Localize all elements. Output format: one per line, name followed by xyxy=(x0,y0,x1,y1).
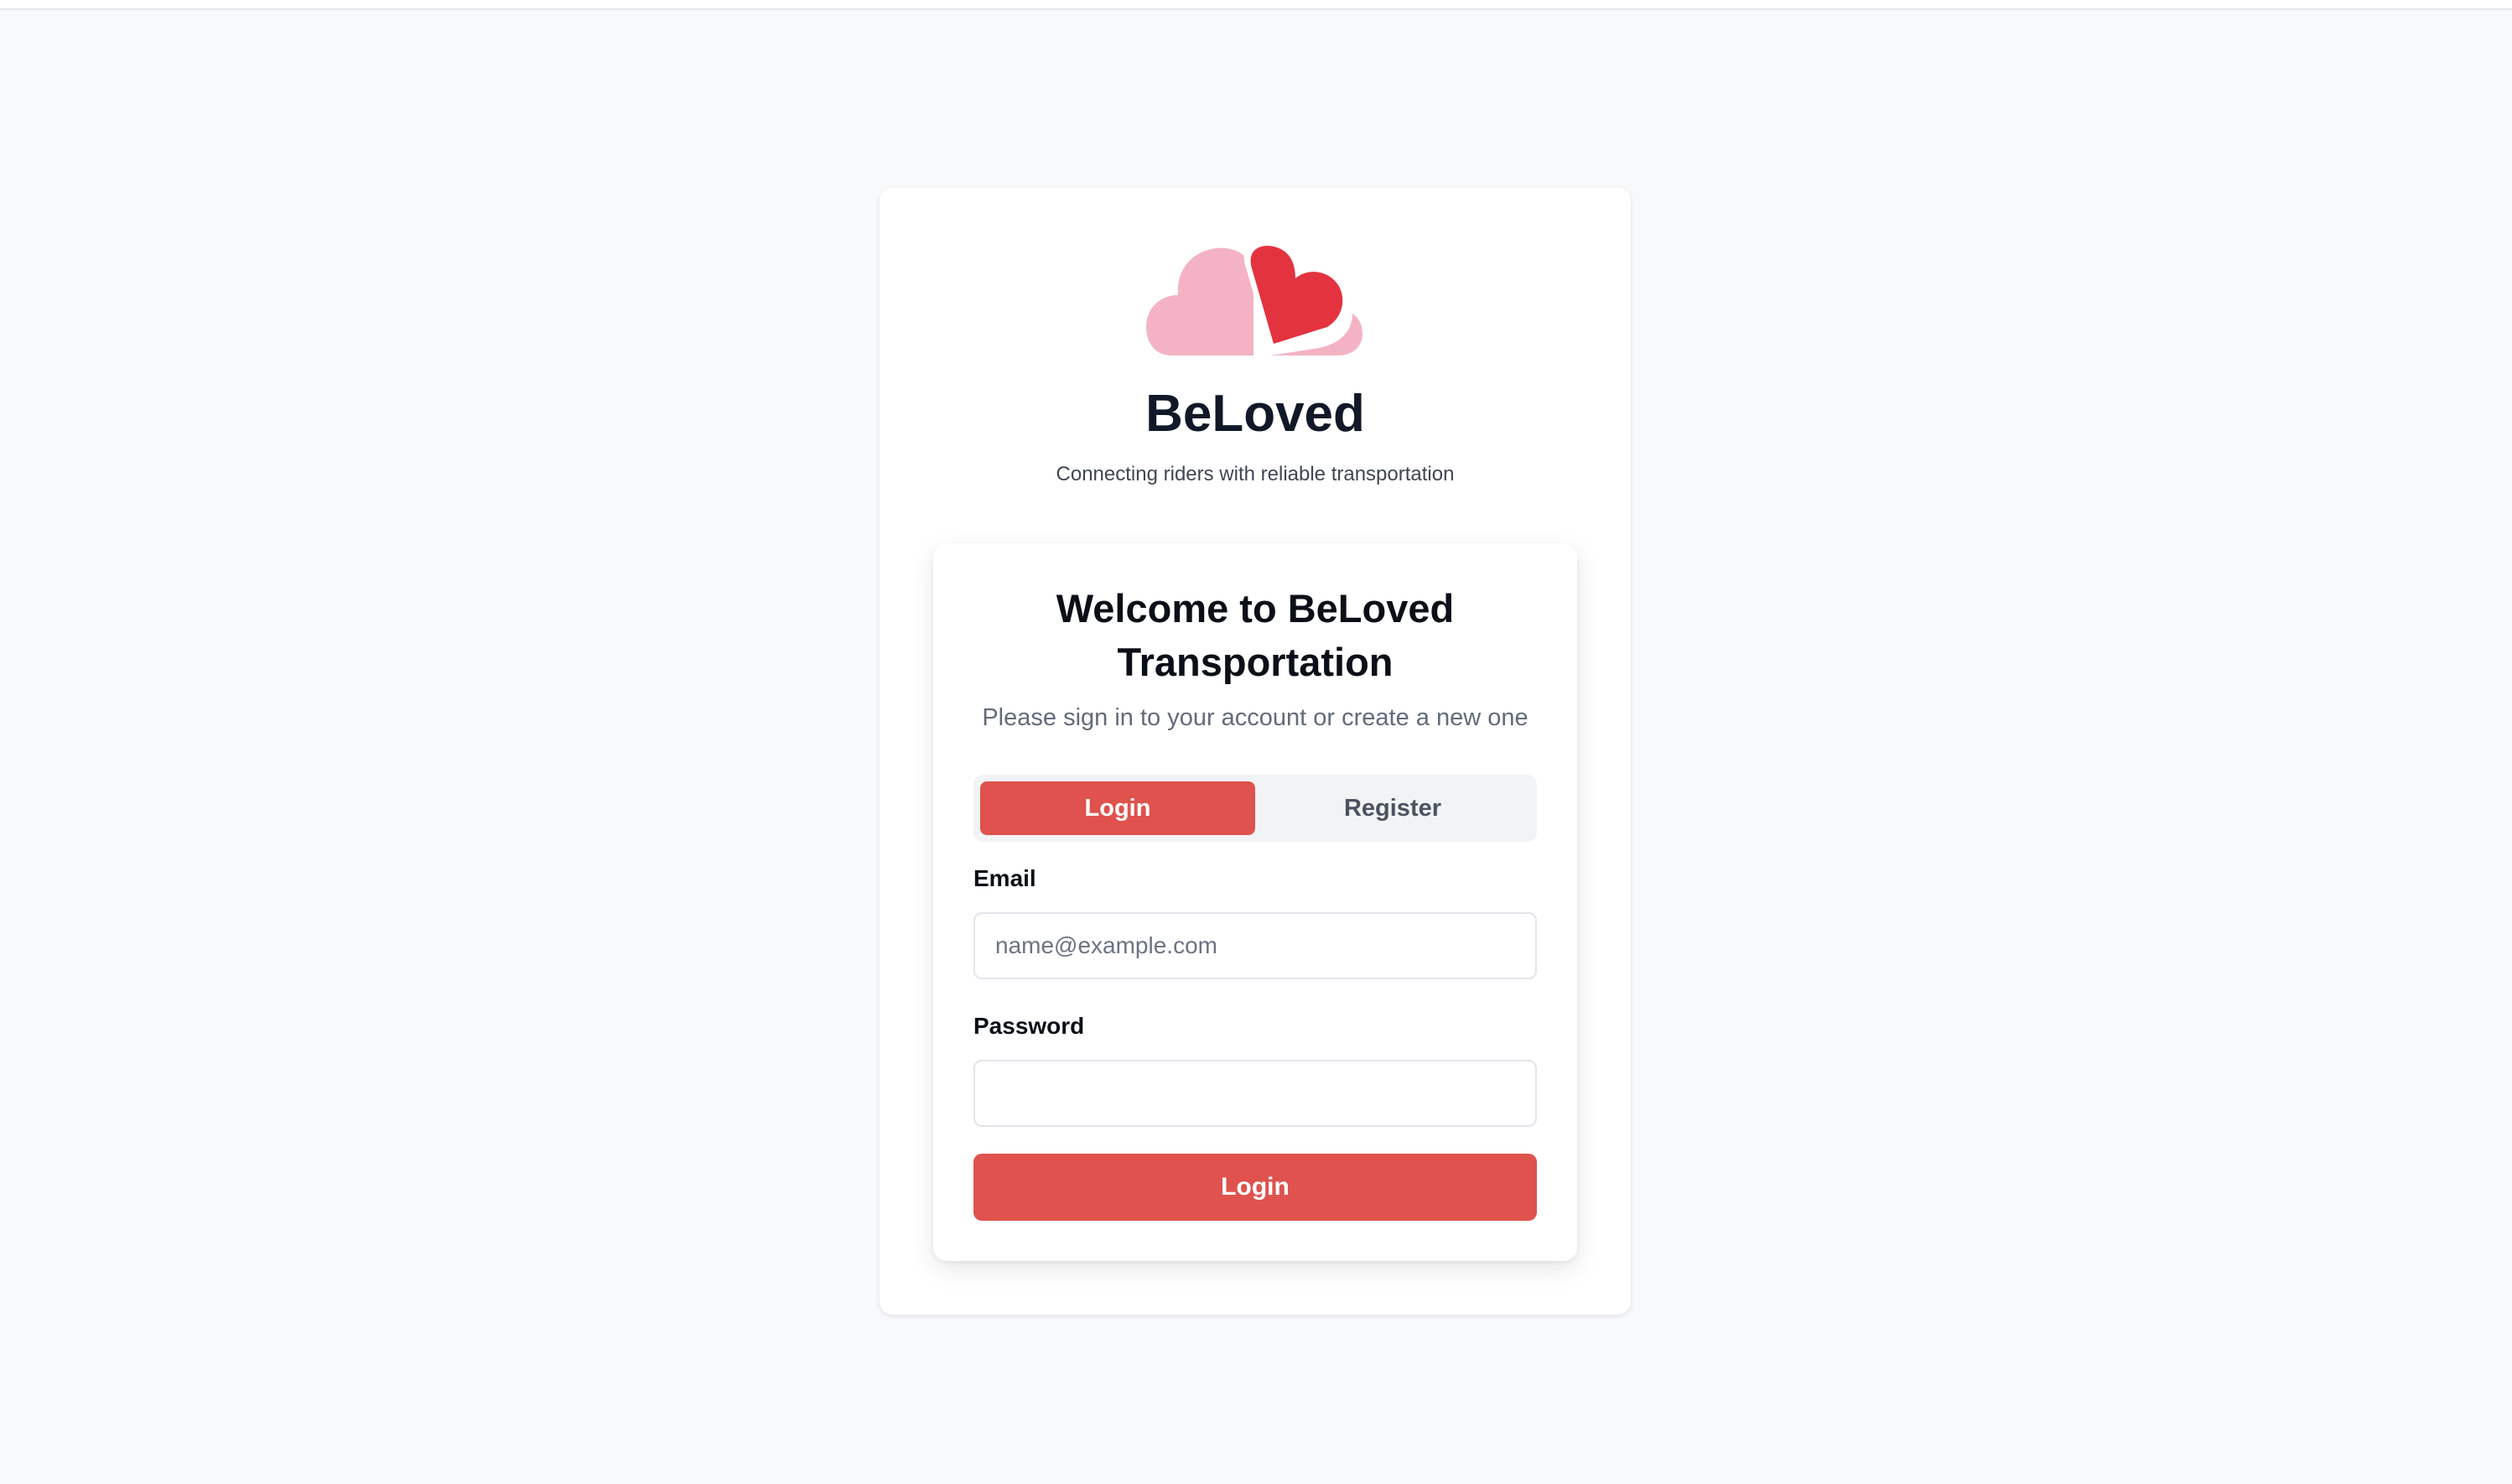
light-heart-shape xyxy=(1146,247,1253,355)
tab-login[interactable]: Login xyxy=(980,781,1255,835)
password-field[interactable] xyxy=(973,1060,1537,1127)
email-field[interactable] xyxy=(973,912,1537,979)
login-button[interactable]: Login xyxy=(973,1154,1537,1221)
email-label: Email xyxy=(973,865,1036,891)
two-hearts-icon xyxy=(1146,240,1362,355)
welcome-title: Welcome to BeLoved Transportation xyxy=(1056,586,1455,684)
brand-tagline: Connecting riders with reliable transpor… xyxy=(1056,463,1455,485)
brand-name: BeLoved xyxy=(1145,385,1365,443)
welcome-subtitle: Please sign in to your account or create… xyxy=(982,704,1528,731)
password-label: Password xyxy=(973,1013,1085,1039)
auth-container: BeLoved Connecting riders with reliable … xyxy=(880,188,1631,1315)
login-card: Welcome to BeLoved Transportation Please… xyxy=(933,543,1577,1261)
auth-tabs: Login Register xyxy=(973,775,1537,842)
tab-register[interactable]: Register xyxy=(1255,781,1530,835)
top-bar xyxy=(0,0,2512,10)
